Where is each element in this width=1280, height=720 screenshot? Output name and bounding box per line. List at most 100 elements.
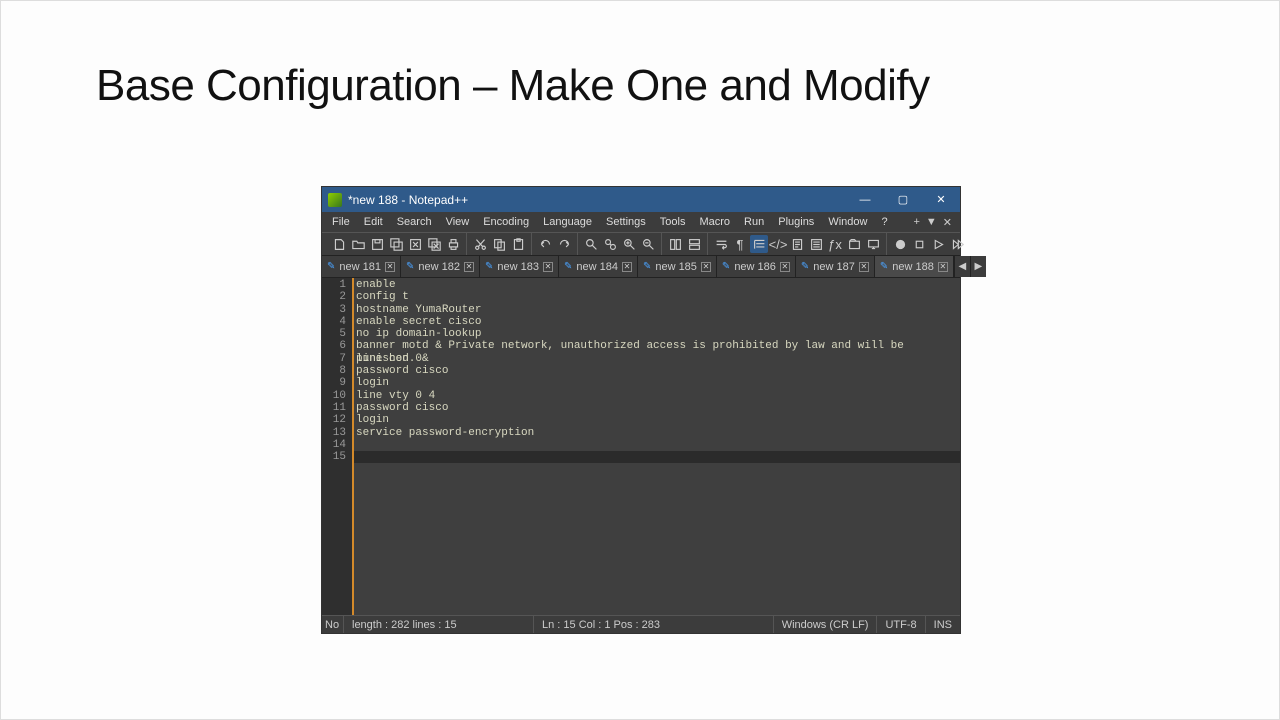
- menu-help[interactable]: ?: [875, 215, 893, 229]
- code-fold-icon[interactable]: </>: [769, 235, 787, 253]
- code-line[interactable]: enable: [354, 279, 960, 291]
- status-length-lines: length : 282 lines : 15: [344, 616, 534, 633]
- tab-label: new 183: [497, 261, 539, 273]
- code-line[interactable]: no ip domain-lookup: [354, 328, 960, 340]
- menubar-close-icon[interactable]: ✕: [943, 216, 952, 229]
- menu-macro[interactable]: Macro: [693, 215, 736, 229]
- code-line[interactable]: password cisco: [354, 365, 960, 377]
- tab-close-icon[interactable]: ✕: [701, 262, 711, 272]
- tab-new-185[interactable]: ✎ new 185 ✕: [638, 256, 717, 277]
- menu-edit[interactable]: Edit: [358, 215, 389, 229]
- open-folder-icon[interactable]: [349, 235, 367, 253]
- code-line[interactable]: line vty 0 4: [354, 390, 960, 402]
- zoom-out-icon[interactable]: [639, 235, 657, 253]
- tab-new-186[interactable]: ✎new 186✕: [717, 256, 796, 277]
- tab-new-182[interactable]: ✎new 182✕: [401, 256, 480, 277]
- tab-close-icon[interactable]: ✕: [780, 262, 790, 272]
- tab-new-188[interactable]: ✎ new 188 ✕: [875, 256, 954, 277]
- tab-label: new 187: [813, 261, 855, 273]
- doc-list-icon[interactable]: [807, 235, 825, 253]
- save-icon[interactable]: [368, 235, 386, 253]
- code-line[interactable]: line con 0: [354, 353, 960, 365]
- zoom-in-icon[interactable]: [620, 235, 638, 253]
- copy-icon[interactable]: [490, 235, 508, 253]
- find-icon[interactable]: [582, 235, 600, 253]
- cut-icon[interactable]: [471, 235, 489, 253]
- print-icon[interactable]: [444, 235, 462, 253]
- folder-workspace-icon[interactable]: [845, 235, 863, 253]
- status-eol[interactable]: Windows (CR LF): [774, 616, 878, 633]
- code-line[interactable]: service password-encryption: [354, 427, 960, 439]
- maximize-button[interactable]: ▢: [884, 187, 922, 212]
- close-button[interactable]: ✕: [922, 187, 960, 212]
- status-encoding[interactable]: UTF-8: [877, 616, 925, 633]
- replace-icon[interactable]: [601, 235, 619, 253]
- titlebar[interactable]: *new 188 - Notepad++ — ▢ ✕: [322, 187, 960, 212]
- indent-guide-icon[interactable]: [750, 235, 768, 253]
- code-line[interactable]: login: [354, 414, 960, 426]
- monitor-icon[interactable]: [864, 235, 882, 253]
- status-cursor-pos: Ln : 15 Col : 1 Pos : 283: [534, 616, 774, 633]
- paste-icon[interactable]: [509, 235, 527, 253]
- tab-label: new 188: [892, 261, 934, 273]
- code-line[interactable]: [354, 439, 960, 451]
- menu-plugins[interactable]: Plugins: [772, 215, 820, 229]
- menubar-plus-icon[interactable]: +: [913, 216, 919, 228]
- tab-scroll-left-icon[interactable]: ◀: [954, 256, 970, 277]
- menubar-dropdown-icon[interactable]: ▼: [926, 216, 937, 228]
- tab-label: new 185: [655, 261, 697, 273]
- menu-language[interactable]: Language: [537, 215, 598, 229]
- tab-close-icon[interactable]: ✕: [859, 262, 869, 272]
- tab-close-icon[interactable]: ✕: [938, 262, 948, 272]
- code-line[interactable]: [354, 451, 960, 463]
- stop-macro-icon[interactable]: [910, 235, 928, 253]
- sync-hscroll-icon[interactable]: [685, 235, 703, 253]
- wordwrap-icon[interactable]: [712, 235, 730, 253]
- notepadpp-window: *new 188 - Notepad++ — ▢ ✕ File Edit Sea…: [321, 186, 961, 634]
- menu-view[interactable]: View: [440, 215, 476, 229]
- show-all-chars-icon[interactable]: ¶: [731, 235, 749, 253]
- play-macro-icon[interactable]: [929, 235, 947, 253]
- redo-icon[interactable]: [555, 235, 573, 253]
- menu-encoding[interactable]: Encoding: [477, 215, 535, 229]
- pencil-icon: ✎: [880, 261, 888, 272]
- code-line[interactable]: banner motd & Private network, unauthori…: [354, 340, 960, 352]
- menu-file[interactable]: File: [326, 215, 356, 229]
- tab-new-181[interactable]: ✎new 181✕: [322, 256, 401, 277]
- tab-close-icon[interactable]: ✕: [622, 262, 632, 272]
- close-file-icon[interactable]: [406, 235, 424, 253]
- function-list-icon[interactable]: ƒx: [826, 235, 844, 253]
- save-all-icon[interactable]: [387, 235, 405, 253]
- tab-close-icon[interactable]: ✕: [543, 262, 553, 272]
- minimize-button[interactable]: —: [846, 187, 884, 212]
- menu-settings[interactable]: Settings: [600, 215, 652, 229]
- tab-label: new 184: [576, 261, 618, 273]
- doc-map-icon[interactable]: [788, 235, 806, 253]
- sync-vscroll-icon[interactable]: [666, 235, 684, 253]
- menu-window[interactable]: Window: [822, 215, 873, 229]
- new-file-icon[interactable]: [330, 235, 348, 253]
- code-line[interactable]: hostname YumaRouter: [354, 304, 960, 316]
- tab-close-icon[interactable]: ✕: [385, 262, 395, 272]
- tab-new-187[interactable]: ✎new 187✕: [796, 256, 875, 277]
- play-multi-icon[interactable]: [948, 235, 966, 253]
- code-line[interactable]: enable secret cisco: [354, 316, 960, 328]
- code-line[interactable]: config t: [354, 291, 960, 303]
- code-line[interactable]: login: [354, 377, 960, 389]
- undo-icon[interactable]: [536, 235, 554, 253]
- record-macro-icon[interactable]: [891, 235, 909, 253]
- tab-close-icon[interactable]: ✕: [464, 262, 474, 272]
- code-content[interactable]: enableconfig thostname YumaRouterenable …: [352, 278, 960, 615]
- close-all-icon[interactable]: [425, 235, 443, 253]
- status-ins-mode[interactable]: INS: [926, 616, 960, 633]
- menu-tools[interactable]: Tools: [654, 215, 692, 229]
- tab-new-184[interactable]: ✎new 184✕: [559, 256, 638, 277]
- menubar: File Edit Search View Encoding Language …: [322, 212, 960, 232]
- menu-search[interactable]: Search: [391, 215, 438, 229]
- tab-new-183[interactable]: ✎new 183✕: [480, 256, 559, 277]
- editor-area[interactable]: 123456789101112131415 enableconfig thost…: [322, 278, 960, 615]
- code-line[interactable]: password cisco: [354, 402, 960, 414]
- pencil-icon: ✎: [643, 261, 651, 272]
- menu-run[interactable]: Run: [738, 215, 770, 229]
- tab-scroll-right-icon[interactable]: ▶: [970, 256, 986, 277]
